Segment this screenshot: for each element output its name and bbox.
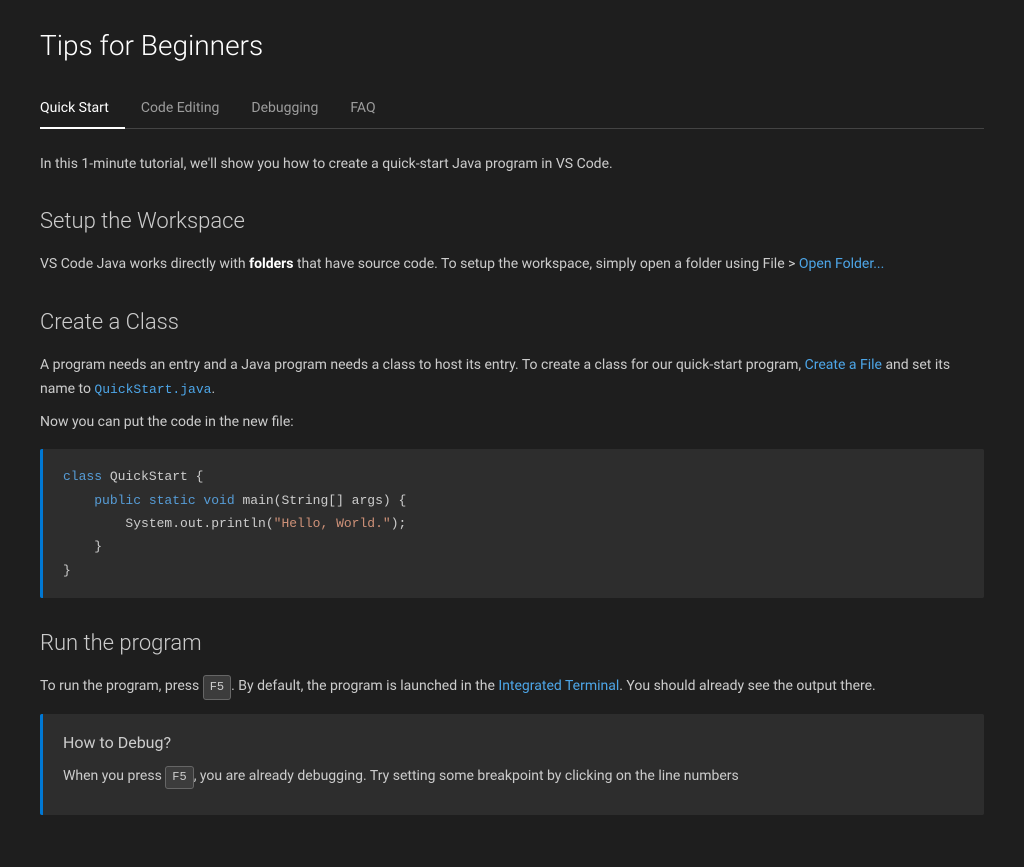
quickstart-filename: QuickStart.java (94, 382, 211, 397)
integrated-terminal-link[interactable]: Integrated Terminal (498, 678, 619, 694)
section-heading-setup: Setup the Workspace (40, 204, 984, 239)
setup-paragraph: VS Code Java works directly with folders… (40, 253, 984, 277)
section-run-program: Run the program To run the program, pres… (40, 626, 984, 815)
page-title: Tips for Beginners (40, 24, 984, 69)
create-file-link[interactable]: Create a File (805, 357, 882, 373)
tab-code-editing[interactable]: Code Editing (125, 89, 236, 129)
f5-key-callout: F5 (165, 766, 193, 789)
section-setup-workspace: Setup the Workspace VS Code Java works d… (40, 204, 984, 277)
section-create-class: Create a Class A program needs an entry … (40, 305, 984, 599)
tab-faq[interactable]: FAQ (334, 89, 391, 129)
create-class-paragraph-1: A program needs an entry and a Java prog… (40, 354, 984, 402)
callout-text: When you press F5, you are already debug… (63, 765, 964, 789)
section-heading-run: Run the program (40, 626, 984, 661)
section-heading-create-class: Create a Class (40, 305, 984, 340)
run-paragraph: To run the program, press F5. By default… (40, 675, 984, 699)
tab-debugging[interactable]: Debugging (235, 89, 334, 129)
how-to-debug-callout: How to Debug? When you press F5, you are… (40, 714, 984, 816)
tab-bar: Quick Start Code Editing Debugging FAQ (40, 89, 984, 129)
intro-text: In this 1-minute tutorial, we'll show yo… (40, 153, 984, 175)
open-folder-link[interactable]: Open Folder... (799, 256, 884, 272)
callout-heading: How to Debug? (63, 730, 964, 756)
create-class-paragraph-2: Now you can put the code in the new file… (40, 411, 984, 435)
code-block: class QuickStart { public static void ma… (40, 449, 984, 598)
f5-key: F5 (203, 675, 231, 699)
tab-quick-start[interactable]: Quick Start (40, 89, 125, 129)
